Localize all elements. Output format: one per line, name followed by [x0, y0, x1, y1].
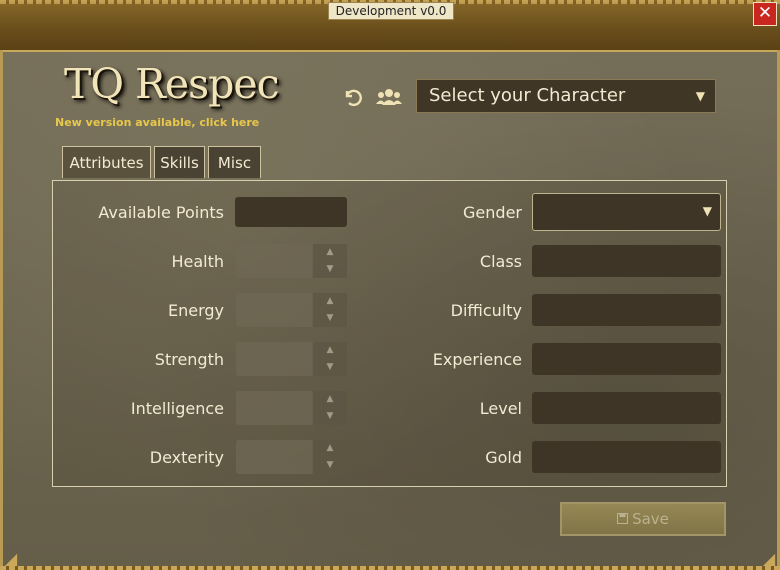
gender-select[interactable]: ▼	[532, 193, 721, 231]
decrement-icon[interactable]: ▼	[313, 457, 347, 474]
decrement-icon[interactable]: ▼	[313, 261, 347, 278]
tab-misc[interactable]: Misc	[208, 146, 261, 178]
window-title: Development v0.0	[328, 2, 454, 20]
level-field	[532, 392, 721, 424]
update-link[interactable]: New version available, click here	[55, 116, 259, 129]
experience-label: Experience	[432, 350, 522, 369]
decrement-icon[interactable]: ▼	[313, 408, 347, 425]
available-points-label: Available Points	[98, 203, 224, 222]
strength-stepper[interactable]: ▲ ▼	[236, 342, 347, 376]
resize-grip-icon[interactable]: ◢	[2, 550, 20, 568]
level-label: Level	[479, 399, 522, 418]
undo-icon[interactable]	[341, 86, 363, 111]
tab-skills[interactable]: Skills	[154, 146, 205, 178]
save-button[interactable]: Save	[560, 502, 726, 536]
gender-label: Gender	[463, 203, 522, 222]
decrement-icon[interactable]: ▼	[313, 310, 347, 327]
class-field	[532, 245, 721, 277]
increment-icon[interactable]: ▲	[313, 342, 347, 359]
resize-grip-icon[interactable]: ◢	[760, 550, 778, 568]
app-window: Development v0.0 ✕ TQ Respec New version…	[0, 0, 780, 570]
class-label: Class	[479, 252, 522, 271]
health-value[interactable]	[236, 244, 312, 278]
chevron-down-icon: ▼	[702, 204, 712, 218]
window-border-bottom	[0, 566, 780, 570]
strength-value[interactable]	[236, 342, 312, 376]
intelligence-stepper[interactable]: ▲ ▼	[236, 391, 347, 425]
intelligence-label: Intelligence	[130, 399, 224, 418]
tab-attributes[interactable]: Attributes	[62, 146, 151, 178]
save-label: Save	[632, 510, 669, 528]
increment-icon[interactable]: ▲	[313, 440, 347, 457]
chevron-down-icon: ▼	[695, 89, 705, 103]
energy-stepper[interactable]: ▲ ▼	[236, 293, 347, 327]
users-icon[interactable]	[376, 87, 402, 110]
experience-field	[532, 343, 721, 375]
gold-field	[532, 441, 721, 473]
strength-label: Strength	[154, 350, 224, 369]
character-select[interactable]: Select your Character ▼	[416, 79, 716, 113]
increment-icon[interactable]: ▲	[313, 391, 347, 408]
energy-label: Energy	[167, 301, 224, 320]
gold-label: Gold	[485, 448, 522, 467]
window-border-left	[0, 50, 3, 570]
character-select-value: Select your Character	[429, 85, 626, 106]
dexterity-label: Dexterity	[149, 448, 224, 467]
increment-icon[interactable]: ▲	[313, 244, 347, 261]
dexterity-stepper[interactable]: ▲ ▼	[236, 440, 347, 474]
intelligence-value[interactable]	[236, 391, 312, 425]
energy-value[interactable]	[236, 293, 312, 327]
difficulty-label: Difficulty	[450, 301, 522, 320]
save-icon	[617, 505, 629, 535]
app-logo: TQ Respec	[64, 60, 280, 108]
difficulty-field	[532, 294, 721, 326]
decrement-icon[interactable]: ▼	[313, 359, 347, 376]
health-stepper[interactable]: ▲ ▼	[236, 244, 347, 278]
dexterity-value[interactable]	[236, 440, 312, 474]
close-button[interactable]: ✕	[753, 2, 777, 26]
increment-icon[interactable]: ▲	[313, 293, 347, 310]
available-points-field	[235, 197, 347, 227]
health-label: Health	[171, 252, 224, 271]
